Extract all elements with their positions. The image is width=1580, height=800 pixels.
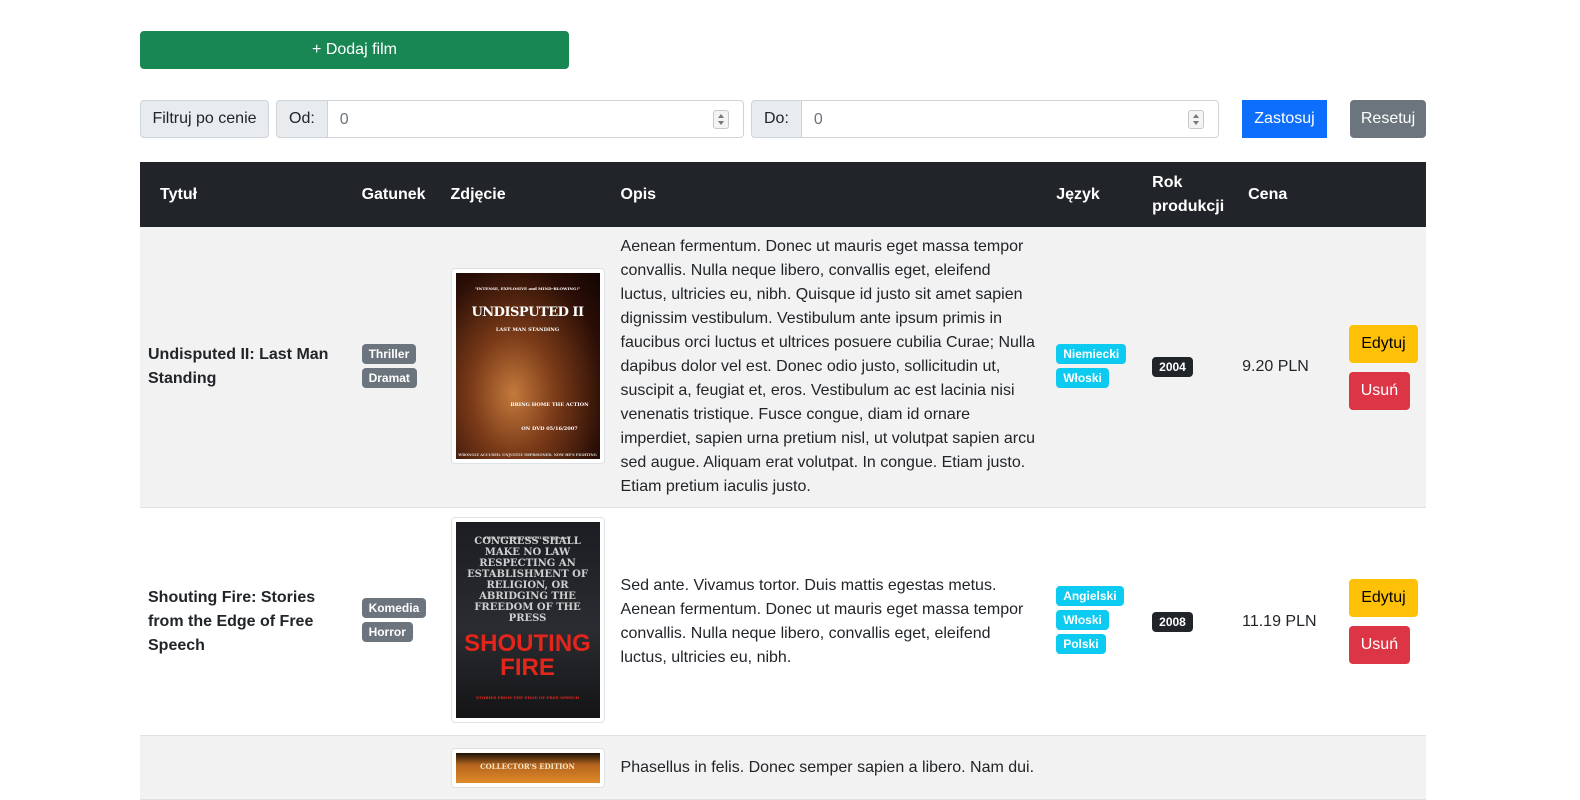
reset-filter-button[interactable]: Resetuj bbox=[1350, 100, 1426, 138]
price-cell: 9.20 PLN bbox=[1234, 227, 1341, 508]
actions-cell: Edytuj Usuń bbox=[1340, 507, 1426, 736]
price-to-input[interactable]: 0 bbox=[801, 100, 1219, 138]
year-badge: 2004 bbox=[1152, 357, 1193, 377]
year-cell: 2004 bbox=[1144, 227, 1235, 508]
poster-footer: WRONGLY ACCUSED. UNJUSTLY IMPRISONED. NO… bbox=[458, 452, 597, 457]
image-cell: COLLECTOR'S EDITION bbox=[442, 735, 613, 800]
header-language: Język bbox=[1048, 162, 1145, 227]
price-from-value: 0 bbox=[339, 111, 349, 128]
filter-label: Filtruj po cenie bbox=[140, 100, 269, 138]
language-cell: Niemiecki Włoski bbox=[1048, 227, 1145, 508]
price-cell bbox=[1234, 735, 1341, 800]
language-badge: Niemiecki bbox=[1056, 343, 1127, 364]
actions-cell: Edytuj Usuń bbox=[1340, 227, 1426, 508]
films-table: Tytuł Gatunek Zdjęcie Opis Język Rok pro… bbox=[140, 162, 1426, 800]
table-row: COLLECTOR'S EDITION Phasellus in felis. … bbox=[140, 735, 1426, 800]
add-film-button[interactable]: + Dodaj film bbox=[140, 31, 569, 69]
price-from-input[interactable]: 0 bbox=[327, 100, 744, 138]
actions-cell bbox=[1340, 735, 1426, 800]
header-description: Opis bbox=[612, 162, 1049, 227]
poster-date: BRING HOME THE ACTION ON DVD 05/16/2007 bbox=[510, 401, 589, 432]
header-actions bbox=[1340, 162, 1426, 227]
description-cell: Phasellus in felis. Donec semper sapien … bbox=[612, 735, 1049, 800]
header-title: Tytuł bbox=[140, 162, 354, 227]
edit-button[interactable]: Edytuj bbox=[1348, 324, 1418, 363]
header-year: Rok produkcji bbox=[1144, 162, 1235, 227]
poster-quote: CONGRESS SHALL MAKE NO LAW RESPECTING AN… bbox=[467, 536, 588, 624]
poster-tagline: "INTENSE, EXPLOSIVE and MIND-BLOWING!" bbox=[474, 285, 581, 291]
price-to-label: Do: bbox=[751, 100, 802, 138]
price-cell: 11.19 PLN bbox=[1234, 507, 1341, 736]
header-genre: Gatunek bbox=[353, 162, 443, 227]
genre-badge: Dramat bbox=[361, 367, 417, 388]
price-from-label: Od: bbox=[276, 100, 328, 138]
language-badge: Polski bbox=[1056, 634, 1106, 654]
apply-filter-button[interactable]: Zastosuj bbox=[1242, 100, 1327, 138]
language-badge: Włoski bbox=[1056, 610, 1109, 630]
edit-button[interactable]: Edytuj bbox=[1348, 579, 1418, 617]
film-title bbox=[140, 735, 354, 800]
table-row: Undisputed II: Last Man Standing Thrille… bbox=[140, 227, 1426, 508]
poster-subtitle: STORIES FROM THE EDGE OF FREE SPEECH bbox=[475, 695, 580, 700]
header-price: Cena bbox=[1234, 162, 1341, 227]
genre-badge: Horror bbox=[361, 622, 413, 642]
film-poster: HBO DOCUMENTARY FILMS presents CONGRESS … bbox=[450, 517, 605, 723]
year-cell bbox=[1144, 735, 1235, 800]
genre-cell: Komedia Horror bbox=[353, 507, 443, 736]
delete-button[interactable]: Usuń bbox=[1348, 371, 1410, 410]
poster-image: HBO DOCUMENTARY FILMS presents CONGRESS … bbox=[455, 522, 600, 718]
poster-title: SHOUTING FIRE bbox=[464, 630, 591, 681]
price-from-spinner-icon[interactable] bbox=[713, 110, 729, 129]
description-cell: Aenean fermentum. Donec ut mauris eget m… bbox=[612, 227, 1049, 508]
poster-image: "INTENSE, EXPLOSIVE and MIND-BLOWING!" U… bbox=[455, 272, 600, 459]
poster-subtitle: LAST MAN STANDING bbox=[495, 326, 560, 333]
price-to-value: 0 bbox=[813, 111, 823, 128]
price-filter: Filtruj po cenie Od: 0 Do: 0 Zastosuj Re… bbox=[140, 100, 1426, 138]
description-cell: Sed ante. Vivamus tortor. Duis mattis eg… bbox=[612, 507, 1049, 736]
poster-top-text: COLLECTOR'S EDITION bbox=[480, 762, 575, 771]
image-cell: HBO DOCUMENTARY FILMS presents CONGRESS … bbox=[442, 507, 613, 736]
film-title: Shouting Fire: Stories from the Edge of … bbox=[140, 507, 354, 736]
film-title: Undisputed II: Last Man Standing bbox=[140, 227, 354, 508]
genre-cell bbox=[353, 735, 443, 800]
genre-badge: Komedia bbox=[361, 598, 427, 618]
price-to-spinner-icon[interactable] bbox=[1188, 110, 1204, 129]
film-poster: "INTENSE, EXPLOSIVE and MIND-BLOWING!" U… bbox=[450, 267, 605, 464]
film-poster: COLLECTOR'S EDITION bbox=[450, 748, 605, 788]
page-container: + Dodaj film Filtruj po cenie Od: 0 Do: … bbox=[140, 31, 1426, 138]
table-header-row: Tytuł Gatunek Zdjęcie Opis Język Rok pro… bbox=[140, 162, 1426, 227]
genre-cell: Thriller Dramat bbox=[353, 227, 443, 508]
genre-badge: Thriller bbox=[361, 343, 417, 364]
poster-image: COLLECTOR'S EDITION bbox=[455, 753, 600, 783]
price-to-group: Do: 0 bbox=[751, 100, 1219, 138]
image-cell: "INTENSE, EXPLOSIVE and MIND-BLOWING!" U… bbox=[442, 227, 613, 508]
price-from-group: Od: 0 bbox=[276, 100, 744, 138]
year-cell: 2008 bbox=[1144, 507, 1235, 736]
table-row: Shouting Fire: Stories from the Edge of … bbox=[140, 507, 1426, 736]
year-badge: 2008 bbox=[1152, 611, 1193, 632]
language-badge: Angielski bbox=[1056, 586, 1124, 606]
language-cell bbox=[1048, 735, 1145, 800]
language-badge: Włoski bbox=[1056, 367, 1109, 388]
header-image: Zdjęcie bbox=[442, 162, 613, 227]
delete-button[interactable]: Usuń bbox=[1348, 626, 1410, 664]
language-cell: Angielski Włoski Polski bbox=[1048, 507, 1145, 736]
